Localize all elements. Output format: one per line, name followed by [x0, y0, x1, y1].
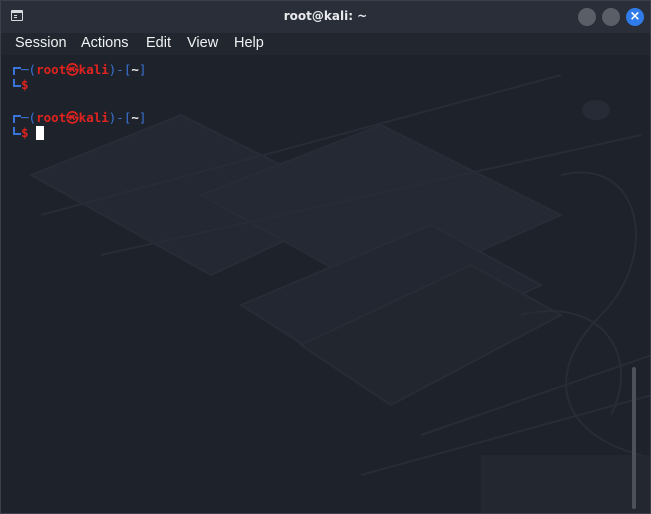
- scrollbar-thumb[interactable]: [632, 367, 636, 509]
- text-cursor[interactable]: [35, 126, 44, 140]
- prompt-bracket-close: ]: [138, 62, 147, 77]
- menu-edit[interactable]: Edit: [146, 35, 171, 51]
- prompt-directory: ~: [131, 110, 139, 125]
- minimize-button[interactable]: [578, 8, 596, 26]
- prompt-directory: ~: [131, 62, 139, 77]
- prompt-dash: ─(: [21, 110, 37, 125]
- scrollbar[interactable]: [632, 55, 636, 513]
- prompt-corner-top: [13, 115, 21, 123]
- prompt-user-host: root㉿kali: [36, 110, 109, 125]
- menu-session[interactable]: Session: [15, 35, 67, 51]
- terminal-window: root@kali: ~ × Session Actions Edit View…: [0, 0, 651, 514]
- menu-help[interactable]: Help: [234, 35, 264, 51]
- prompt-line-1: ─(root㉿kali)-[~] $: [13, 62, 146, 92]
- window-title: root@kali: ~: [283, 9, 368, 23]
- title-bar[interactable]: root@kali: ~ ×: [1, 1, 650, 33]
- maximize-button[interactable]: [602, 8, 620, 26]
- prompt-separator: )-[: [108, 110, 132, 125]
- prompt-separator: )-[: [108, 62, 132, 77]
- menu-actions[interactable]: Actions: [81, 35, 129, 51]
- prompt-user-host: root㉿kali: [36, 62, 109, 77]
- prompt-line-2: ─(root㉿kali)-[~] $: [13, 110, 146, 140]
- close-icon: ×: [629, 9, 641, 24]
- menu-view[interactable]: View: [187, 35, 218, 51]
- terminal-output[interactable]: ─(root㉿kali)-[~] $ ─(root㉿kali)-[~] $: [1, 55, 650, 513]
- prompt-corner-bottom: [13, 79, 21, 87]
- prompt-dash: ─(: [21, 62, 37, 77]
- prompt-symbol: $: [21, 77, 29, 92]
- prompt-corner-top: [13, 67, 21, 75]
- prompt-corner-bottom: [13, 127, 21, 135]
- close-button[interactable]: ×: [626, 8, 644, 26]
- prompt-bracket-close: ]: [138, 110, 147, 125]
- menu-bar: Session Actions Edit View Help: [1, 33, 650, 55]
- prompt-symbol: $: [21, 125, 29, 140]
